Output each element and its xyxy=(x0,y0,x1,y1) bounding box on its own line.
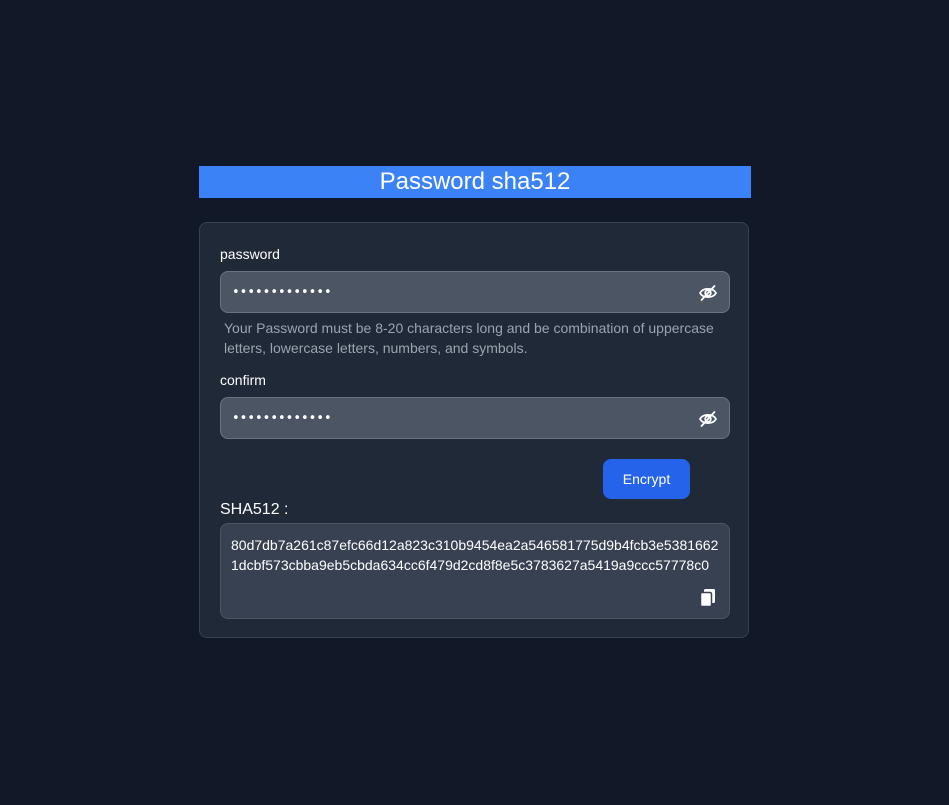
sha512-output: 80d7db7a261c87efc66d12a823c310b9454ea2a5… xyxy=(231,537,719,573)
page-title-text: Password sha512 xyxy=(379,168,571,195)
password-hint: Your Password must be 8-20 characters lo… xyxy=(224,320,714,356)
confirm-label: confirm xyxy=(220,372,266,388)
sha512-output-box: 80d7db7a261c87efc66d12a823c310b9454ea2a5… xyxy=(220,523,730,619)
eye-slash-icon[interactable] xyxy=(698,409,718,429)
sha512-label: SHA512 : xyxy=(220,501,289,518)
eye-slash-icon[interactable] xyxy=(698,283,718,303)
confirm-field-wrapper xyxy=(220,397,730,439)
password-input[interactable] xyxy=(221,272,681,312)
page-title: Password sha512 xyxy=(199,166,751,198)
copy-icon[interactable] xyxy=(699,588,717,608)
password-label: password xyxy=(220,246,280,262)
encrypt-button[interactable]: Encrypt xyxy=(603,459,690,499)
password-form-card: password Your Password must be 8-20 char… xyxy=(199,222,749,638)
confirm-input[interactable] xyxy=(221,398,681,438)
password-field-wrapper xyxy=(220,271,730,313)
